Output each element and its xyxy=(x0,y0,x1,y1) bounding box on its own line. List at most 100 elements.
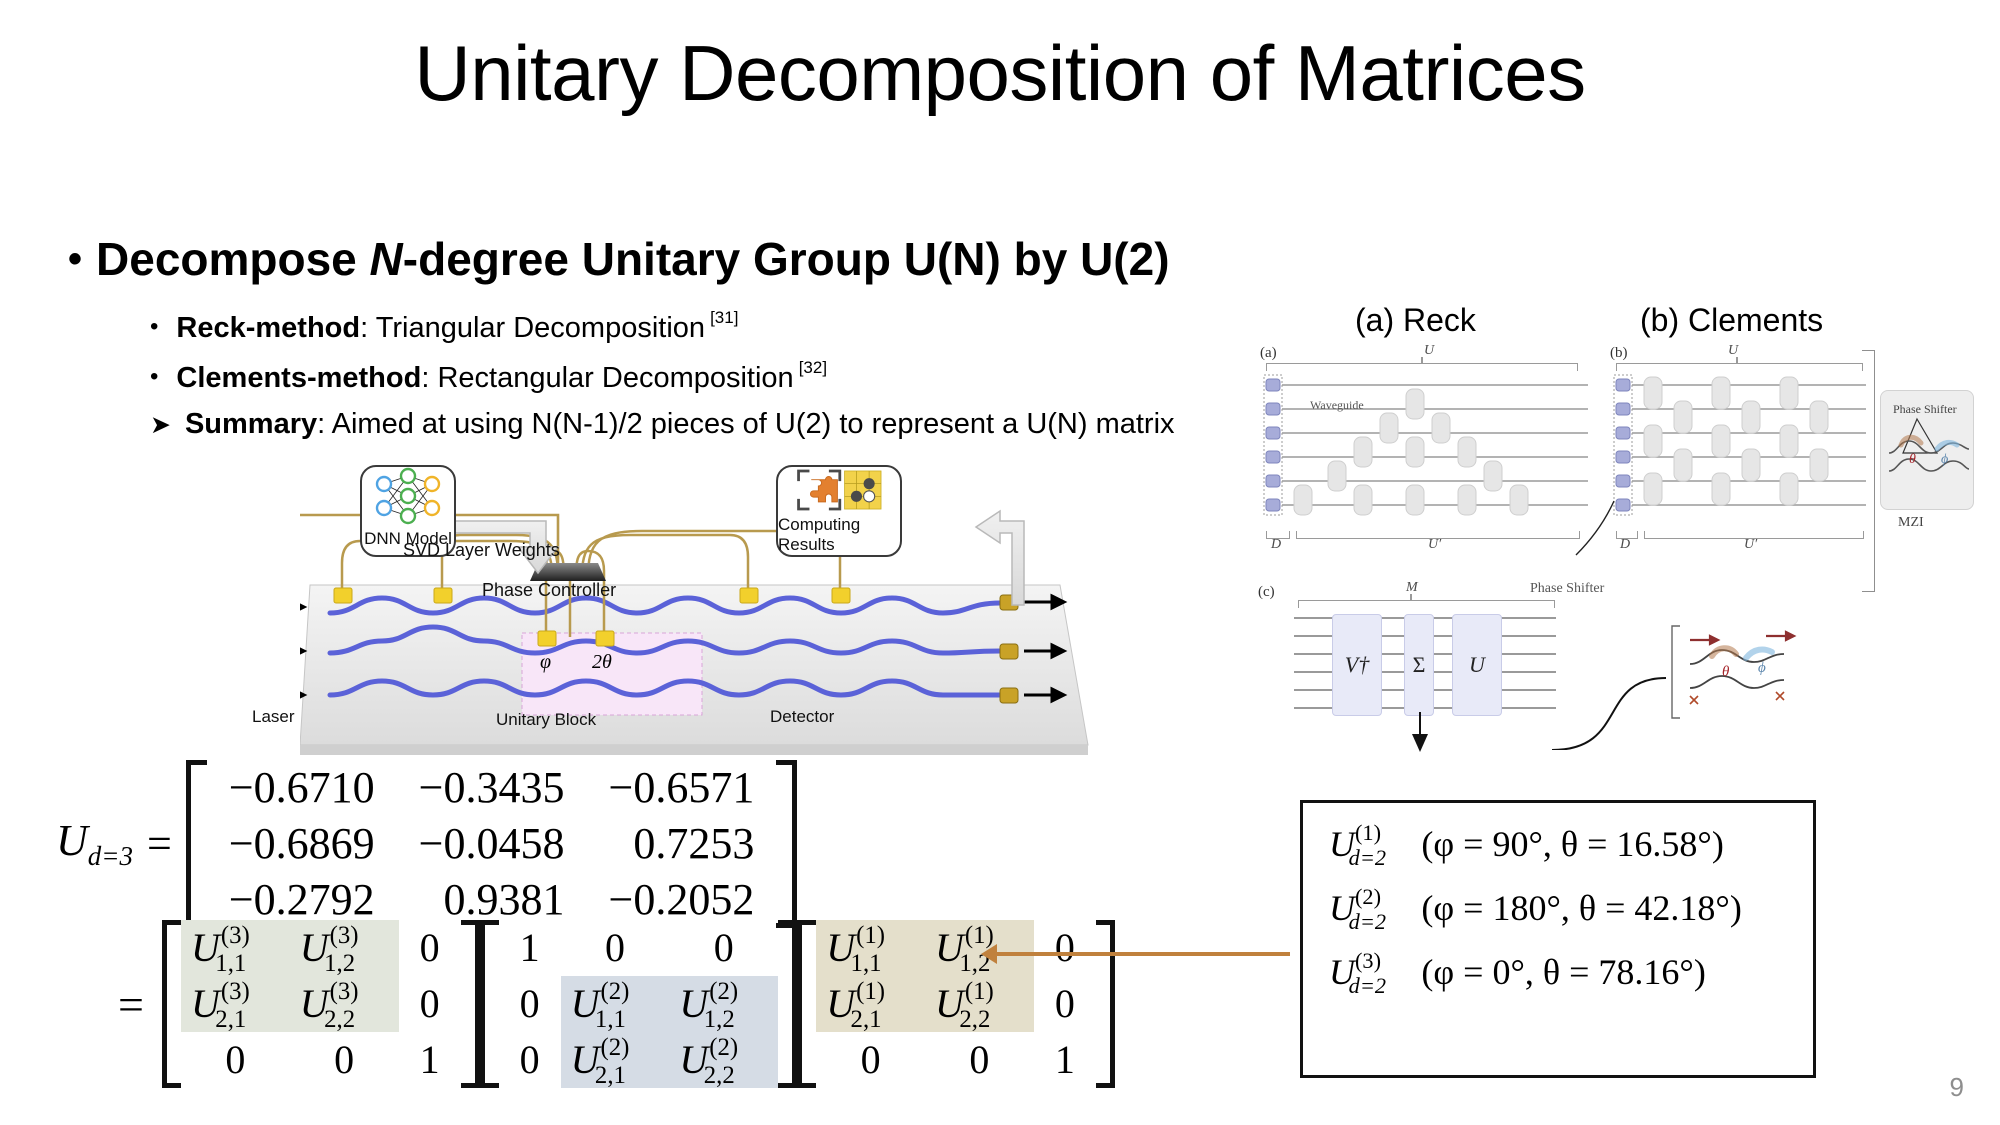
matrix-scalar: 1 xyxy=(1054,1037,1075,1082)
panel-a-top-bracket-label: U xyxy=(1424,343,1435,358)
computing-results-label: Computing Results xyxy=(778,515,861,554)
u-element-symbol: U(3)1,2 xyxy=(299,922,359,978)
matrix-scalar: 0 xyxy=(519,1037,540,1082)
brace-tick xyxy=(1410,594,1412,600)
matrix-cell: 0 xyxy=(561,920,670,976)
bracket-right xyxy=(776,760,798,928)
matrix-factor-2: 1 0 0 0 U(2)1,1 U(2)1,2 0 U(2)2,1 U(2)2,2 xyxy=(479,920,798,1088)
matrix-cell: U(1)2,1 xyxy=(816,976,926,1032)
u3-d2-symbol: U(3)d=2 xyxy=(1329,947,1387,999)
matrix-u-d3: −0.6710 −0.3435 −0.6571 −0.6869 −0.0458 … xyxy=(185,760,798,928)
panel-c-block-u: U xyxy=(1452,614,1502,716)
matrix-cell: 0 xyxy=(181,1032,290,1088)
mzi-inset-card: Phase Shifter θ ϕ xyxy=(1880,390,1974,510)
bullet-summary-label: Summary xyxy=(184,408,318,440)
panel-b-top-brace xyxy=(1616,363,1863,371)
param-values-1: (φ = 90°, θ = 16.58°) xyxy=(1421,824,1724,864)
matrix-cell: −0.6869 xyxy=(228,818,375,868)
matrix-cell: U(2)2,2 xyxy=(669,1032,779,1090)
matrix-factor-3-grid: U(3)1,1 U(3)1,2 0 U(3)2,1 U(3)2,2 0 0 0 1 xyxy=(180,920,461,1088)
u-element-symbol: U(2)1,1 xyxy=(570,978,630,1034)
matrix-scalar: 0 xyxy=(969,1037,990,1082)
bullet-clements-method: • Clements-method: Rectangular Decomposit… xyxy=(150,358,827,395)
matrix-scalar: 0 xyxy=(860,1037,881,1082)
two-theta-parameter-label: 2θ xyxy=(592,651,612,673)
computing-results-card: Computing Results xyxy=(776,465,902,557)
figure-heading-clements: (b) Clements xyxy=(1640,302,1824,338)
panel-c-block-vdag: V† xyxy=(1332,614,1382,716)
laser-label: Laser xyxy=(252,707,295,726)
u-element-symbol: U(1)2,2 xyxy=(935,978,994,1034)
brace-tick xyxy=(1421,357,1423,363)
equation-u-d3: Ud=3 = −0.6710 −0.3435 −0.6571 −0.6869 −… xyxy=(56,760,798,928)
bullet-reck-method: • Reck-method: Triangular Decomposition [3… xyxy=(150,308,738,345)
mzi-outer-bracket xyxy=(1862,350,1875,592)
panel-c-tag: (c) xyxy=(1258,584,1275,600)
panel-a-d-label: D xyxy=(1271,537,1282,552)
matrix-scalar: 0 xyxy=(1054,981,1075,1026)
matrix-cell: U(1)1,1 xyxy=(816,920,926,976)
matrix-factor-1: U(1)1,1 U(1)1,2 0 U(1)2,1 U(1)2,2 0 0 0 1 xyxy=(797,920,1115,1088)
sigma-label: Σ xyxy=(1412,652,1426,677)
computing-results-icon xyxy=(797,469,882,511)
panel-c-phi-label: ϕ xyxy=(1758,660,1766,676)
matrix-cell: 0 xyxy=(925,1032,1034,1088)
table-row: −0.6869 −0.0458 0.7253 xyxy=(207,816,776,872)
phase-controller-label: Phase Controller xyxy=(482,580,617,600)
matrix-cell: 0 xyxy=(399,976,461,1032)
panel-b-tag: (b) xyxy=(1610,345,1628,361)
brace-tick xyxy=(1736,357,1738,363)
matrix-cell: 0.7253 xyxy=(633,818,755,868)
neural-network-icon xyxy=(375,467,441,525)
bullet-clements-label: Clements-method xyxy=(176,362,422,394)
detector-label: Detector xyxy=(770,707,835,726)
phase-shifter-callout xyxy=(1575,500,1615,556)
bullet-level1-after: -degree Unitary Group U(N) by U(2) xyxy=(402,233,1170,285)
matrix-cell: U(2)1,2 xyxy=(669,976,779,1034)
panel-a-tag: (a) xyxy=(1260,345,1277,361)
param-box-arrow xyxy=(981,944,1290,964)
matrix-scalar: 0 xyxy=(225,1037,246,1082)
u-element-symbol: U(2)2,2 xyxy=(679,1034,739,1090)
matrix-cell: U(3)2,1 xyxy=(180,976,290,1032)
page-title: Unitary Decomposition of Matrices xyxy=(414,29,1586,117)
u2-d2-symbol: U(2)d=2 xyxy=(1329,883,1387,935)
u-element-symbol: U(2)2,1 xyxy=(570,1034,630,1090)
matrix-scalar: 0 xyxy=(1054,925,1075,970)
citation-ref: [32] xyxy=(798,358,828,377)
param-values-2: (φ = 180°, θ = 42.18°) xyxy=(1421,888,1742,928)
param-line-3: U(3)d=2 (φ = 0°, θ = 78.16°) xyxy=(1329,947,1813,999)
matrix-cell: U(2)1,1 xyxy=(560,976,670,1034)
mzi-phase-shifter-title: Phase Shifter xyxy=(1893,402,1957,416)
matrix-scalar: 1 xyxy=(519,925,540,970)
u-element-symbol: U(2)1,2 xyxy=(679,978,739,1034)
bracket-right xyxy=(1095,920,1115,1088)
matrix-factor-2-grid: 1 0 0 0 U(2)1,1 U(2)1,2 0 U(2)2,1 U(2)2,2 xyxy=(499,920,779,1088)
bullet-level1-before: Decompose xyxy=(96,233,370,285)
matrix-cell: U(1)1,2 xyxy=(925,920,1034,976)
matrix-factor-3: U(3)1,1 U(3)1,2 0 U(3)2,1 U(3)2,2 0 0 0 1 xyxy=(161,920,480,1088)
matrix-cell: 0 xyxy=(1034,920,1096,976)
bullet-level1: • Decompose N-degree Unitary Group U(N) b… xyxy=(68,232,1170,286)
bullet-reck-label: Reck-method xyxy=(176,312,361,344)
mzi-phi-label: ϕ xyxy=(1941,452,1948,467)
bullet-marker: • xyxy=(150,363,159,390)
svd-layer-weights-label: SVD Layer Weights xyxy=(403,540,560,560)
arrow-marker-icon: ➤ xyxy=(150,411,171,439)
u-d3-symbol: Ud=3 xyxy=(56,816,134,872)
bullet-reck-text: : Triangular Decomposition xyxy=(360,312,706,344)
bracket-left xyxy=(479,920,499,1088)
matrix-cell: −0.6571 xyxy=(608,763,755,812)
arrow-head-icon xyxy=(981,944,997,964)
waveguide-label: Waveguide xyxy=(1310,398,1364,412)
matrix-cell: U(3)1,1 xyxy=(180,920,290,976)
matrix-cell: 0 xyxy=(816,1032,925,1088)
equals-sign: = xyxy=(118,978,144,1030)
panel-b-uprime-label: U′ xyxy=(1744,537,1758,552)
u-element-symbol: U(3)2,2 xyxy=(299,978,359,1034)
panel-c-down-arrow xyxy=(1412,712,1428,752)
panel-a-uprime-label: U′ xyxy=(1428,537,1442,552)
matrix-scalar: 0 xyxy=(604,925,625,970)
bullet-summary-text: : Aimed at using N(N-1)/2 pieces of U(2)… xyxy=(317,408,1175,440)
matrix-cell: 0 xyxy=(669,920,778,976)
